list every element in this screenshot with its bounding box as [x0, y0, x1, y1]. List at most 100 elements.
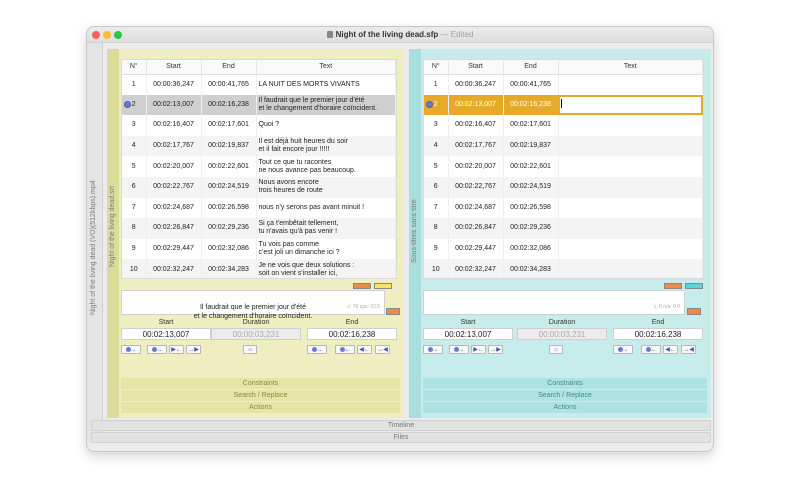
row-text[interactable]	[558, 218, 703, 239]
row-text[interactable]	[558, 156, 703, 177]
table-row[interactable]: 9 00:02:29,447 00:02:32,086	[424, 238, 703, 260]
row-start-time: 00:00:36,247	[146, 74, 202, 95]
table-row[interactable]: 7 00:02:24,687 00:02:26,598	[424, 197, 703, 219]
column-header-number[interactable]: N°	[122, 60, 147, 75]
source-split-button[interactable]	[353, 283, 371, 289]
table-row[interactable]: 10 00:02:32,247 00:02:34,283	[424, 259, 703, 278]
source-end-set-button[interactable]: →	[307, 345, 327, 354]
column-header-text[interactable]: Text	[256, 60, 396, 75]
row-number: 4	[122, 135, 147, 157]
table-row[interactable]: 2 00:02:13,007 00:02:16,238 Il faudrait que…	[122, 94, 396, 116]
source-view-button[interactable]	[374, 283, 392, 289]
row-text[interactable]: nous n'y serons pas avant minuit !	[256, 197, 396, 219]
timeline-bar[interactable]: Timeline	[91, 420, 711, 431]
source-start-nudge-button[interactable]: →	[147, 345, 167, 354]
row-text[interactable]: Je ne vois que deux solutions : soit on …	[256, 259, 396, 278]
row-text[interactable]	[558, 197, 703, 219]
table-row[interactable]: 5 00:02:20,007 00:02:22,601	[424, 156, 703, 177]
row-text[interactable]	[558, 259, 703, 278]
target-start-set-button[interactable]: →	[423, 345, 443, 354]
table-row[interactable]: 8 00:02:26,847 00:02:29,236	[424, 218, 703, 239]
column-header-number[interactable]: N°	[424, 60, 449, 75]
table-row[interactable]: 3 00:02:16,407 00:02:17,601	[424, 115, 703, 136]
row-text[interactable]	[558, 115, 703, 136]
video-strip[interactable]: Night of the living dead (VO)(512kbps).m…	[87, 43, 103, 443]
table-row[interactable]: 1 00:00:36,247 00:00:41,765 LA NUIT DES MOR…	[122, 74, 396, 95]
target-end-prev-button[interactable]: ◀←	[663, 345, 678, 354]
row-text[interactable]	[558, 238, 703, 260]
row-end-time: 00:00:41,765	[503, 74, 559, 95]
target-constraints-section[interactable]: Constraints	[423, 378, 707, 389]
row-text[interactable]: Nous avons encore trois heures de route	[256, 176, 396, 198]
column-header-start[interactable]: Start	[448, 60, 504, 75]
target-start-prev-button[interactable]: ▶←	[471, 345, 486, 354]
target-subtitle-table[interactable]: N° Start End Text 1 00:00:36,247 00:00:41,…	[423, 59, 704, 279]
row-text[interactable]: Quoi ?	[256, 115, 396, 136]
row-end-time: 00:02:22,601	[503, 156, 559, 177]
column-header-start[interactable]: Start	[146, 60, 202, 75]
table-row[interactable]: 8 00:02:26,847 00:02:29,236 Si ça t'embêtai…	[122, 218, 396, 239]
row-text[interactable]	[558, 176, 703, 198]
table-row[interactable]: 4 00:02:17,767 00:02:19,837	[424, 135, 703, 157]
source-start-prev-button[interactable]: ▶←	[169, 345, 184, 354]
target-end-next-button[interactable]: →◀	[681, 345, 696, 354]
source-end-nudge-button[interactable]: ←	[335, 345, 355, 354]
source-end-next-button[interactable]: →◀	[375, 345, 390, 354]
column-header-text[interactable]: Text	[558, 60, 703, 75]
table-row[interactable]: 6 00:02:22,767 00:02:24,519	[424, 176, 703, 198]
source-end-prev-button[interactable]: ◀←	[357, 345, 372, 354]
table-row[interactable]: 4 00:02:17,767 00:02:19,837 Il est déjà hui…	[122, 135, 396, 157]
source-start-field[interactable]: 00:02:13,007	[121, 328, 211, 340]
target-actions-section[interactable]: Actions	[423, 402, 707, 413]
row-text[interactable]: Tu vois pas comme c'est joli un dimanche…	[256, 238, 396, 260]
row-text[interactable]: Si ça t'embêtait tellement, tu n'avais q…	[256, 218, 396, 239]
target-preview-text[interactable]: c: 0 n/a: 0.0	[423, 290, 685, 315]
table-row[interactable]: 3 00:02:16,407 00:02:17,601 Quoi ?	[122, 115, 396, 136]
table-row[interactable]: 10 00:02:32,247 00:02:34,283 Je ne vois que…	[122, 259, 396, 278]
source-actions-section[interactable]: Actions	[121, 402, 400, 413]
source-start-next-button[interactable]: →▶	[186, 345, 201, 354]
source-search-replace-section[interactable]: Search / Replace	[121, 390, 400, 401]
source-preview-action-button[interactable]	[386, 308, 400, 315]
source-start-set-button[interactable]: →	[121, 345, 141, 354]
source-end-field[interactable]: 00:02:16,238	[307, 328, 397, 340]
target-search-replace-section[interactable]: Search / Replace	[423, 390, 707, 401]
source-preview-text[interactable]: Il faudrait que le premier jour d'été et…	[121, 290, 385, 320]
target-view-button[interactable]	[685, 283, 703, 289]
row-text[interactable]	[558, 135, 703, 157]
source-duration-lock-button[interactable]: ⌂	[243, 345, 257, 354]
record-dot-icon	[311, 346, 317, 352]
source-subtitle-table[interactable]: N° Start End Text 1 00:00:36,247 00:00:41,…	[121, 59, 397, 279]
row-text[interactable]: LA NUIT DES MORTS VIVANTS	[256, 74, 396, 95]
target-start-next-button[interactable]: →▶	[488, 345, 503, 354]
target-duration-lock-button[interactable]: ⌂	[549, 345, 563, 354]
target-end-nudge-button[interactable]: ←	[641, 345, 661, 354]
source-track-sidebar[interactable]: Night of the living dead.srt	[107, 49, 119, 418]
row-number: 3	[122, 115, 147, 136]
target-preview-action-button[interactable]	[687, 308, 701, 315]
target-start-field[interactable]: 00:02:13,007	[423, 328, 513, 340]
target-split-button[interactable]	[664, 283, 682, 289]
table-row[interactable]: 2 00:02:13,007 00:02:16,238	[424, 94, 703, 116]
source-constraints-section[interactable]: Constraints	[121, 378, 400, 389]
row-text[interactable]: Il est déjà huit heures du soir et il fa…	[256, 135, 396, 157]
column-header-end[interactable]: End	[201, 60, 257, 75]
table-row[interactable]: 1 00:00:36,247 00:00:41,765	[424, 74, 703, 95]
table-row[interactable]: 7 00:02:24,687 00:02:26,598 nous n'y serons…	[122, 197, 396, 219]
row-text[interactable]	[558, 74, 703, 95]
column-header-end[interactable]: End	[503, 60, 559, 75]
target-track-sidebar[interactable]: Sous-titres sans titre	[409, 49, 421, 418]
target-duration-field[interactable]: 00:00:03,231	[517, 328, 607, 340]
row-text[interactable]	[558, 94, 703, 116]
files-bar[interactable]: Files	[91, 432, 711, 443]
row-text[interactable]: Tout ce que tu racontes ne nous avance p…	[256, 156, 396, 177]
table-row[interactable]: 5 00:02:20,007 00:02:22,601 Tout ce que tu …	[122, 156, 396, 177]
target-end-set-button[interactable]: →	[613, 345, 633, 354]
row-text[interactable]: Il faudrait que le premier jour d'été et…	[256, 94, 396, 116]
table-row[interactable]: 6 00:02:22,767 00:02:24,519 Nous avons enco…	[122, 176, 396, 198]
target-end-field[interactable]: 00:02:16,238	[613, 328, 703, 340]
table-row[interactable]: 9 00:02:29,447 00:02:32,086 Tu vois pas com…	[122, 238, 396, 260]
target-start-nudge-button[interactable]: →	[449, 345, 469, 354]
source-duration-field[interactable]: 00:00:03,231	[211, 328, 301, 340]
row-start-time: 00:02:22,767	[448, 176, 504, 198]
